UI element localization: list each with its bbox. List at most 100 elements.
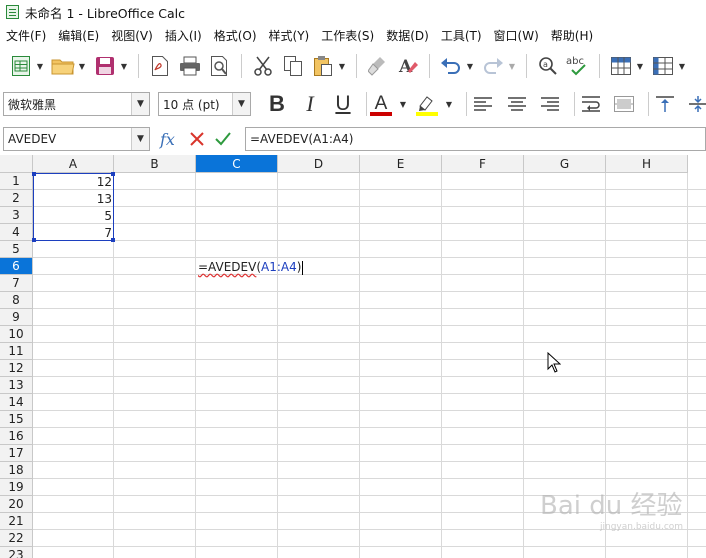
menu-format[interactable]: 格式(O) xyxy=(214,27,257,44)
paste-icon[interactable] xyxy=(310,53,336,79)
save-dropdown-icon[interactable]: ▼ xyxy=(120,53,128,79)
align-center-button[interactable] xyxy=(504,91,530,117)
bold-button[interactable]: B xyxy=(264,91,290,117)
underline-button[interactable]: U xyxy=(330,91,356,117)
clone-formatting-icon[interactable] xyxy=(365,53,391,79)
column-header-a[interactable]: A xyxy=(33,155,114,173)
row-header-22[interactable]: 22 xyxy=(0,530,33,547)
row-icon[interactable] xyxy=(608,53,634,79)
row-header-17[interactable]: 17 xyxy=(0,445,33,462)
range-handle[interactable] xyxy=(111,172,115,176)
wrap-text-button[interactable] xyxy=(578,91,604,117)
cell-c6-editor[interactable]: =AVEDEV(A1:A4) xyxy=(198,259,304,275)
save-icon[interactable] xyxy=(92,53,118,79)
copy-icon[interactable] xyxy=(280,53,306,79)
menu-styles[interactable]: 样式(Y) xyxy=(269,27,310,44)
range-handle[interactable] xyxy=(32,172,36,176)
range-handle[interactable] xyxy=(111,238,115,242)
row-header-8[interactable]: 8 xyxy=(0,292,33,309)
row-header-1[interactable]: 1 xyxy=(0,173,33,190)
formatting-toolbar: 微软雅黑 ▼ 10 点 (pt) ▼ B I U A ▼ ▼ xyxy=(0,88,706,120)
chevron-down-icon[interactable]: ▼ xyxy=(232,93,250,115)
print-preview-icon[interactable] xyxy=(207,53,233,79)
row-header-3[interactable]: 3 xyxy=(0,207,33,224)
open-folder-icon[interactable] xyxy=(50,53,76,79)
name-box[interactable]: AVEDEV ▼ xyxy=(3,127,150,151)
column-icon[interactable] xyxy=(650,53,676,79)
function-wizard-icon[interactable]: fx xyxy=(160,130,184,149)
column-dropdown-icon[interactable]: ▼ xyxy=(678,53,686,79)
font-color-button[interactable]: A xyxy=(368,91,394,117)
row-header-9[interactable]: 9 xyxy=(0,309,33,326)
menu-window[interactable]: 窗口(W) xyxy=(494,27,539,44)
row-header-16[interactable]: 16 xyxy=(0,428,33,445)
row-header-10[interactable]: 10 xyxy=(0,326,33,343)
spreadsheet-grid[interactable]: ABCDEFGH 1 2 3 4 5 6 7 8 9 10 11 12 13 14 15 16 17 18 19 20… xyxy=(0,155,706,558)
row-header-23[interactable]: 23 xyxy=(0,547,33,558)
column-header-h[interactable]: H xyxy=(606,155,688,173)
highlight-dropdown-icon[interactable]: ▼ xyxy=(445,91,453,117)
merge-cells-button[interactable] xyxy=(611,91,637,117)
menu-view[interactable]: 视图(V) xyxy=(111,27,153,44)
chevron-down-icon[interactable]: ▼ xyxy=(131,93,149,115)
center-vertically-button[interactable] xyxy=(685,91,706,117)
column-header-d[interactable]: D xyxy=(278,155,360,173)
font-name-combo[interactable]: 微软雅黑 ▼ xyxy=(3,92,150,116)
row-dropdown-icon[interactable]: ▼ xyxy=(636,53,644,79)
chevron-down-icon[interactable]: ▼ xyxy=(131,128,149,150)
menu-file[interactable]: 文件(F) xyxy=(6,27,46,44)
row-header-6[interactable]: 6 xyxy=(0,258,33,275)
redo-dropdown-icon[interactable]: ▼ xyxy=(508,53,516,79)
align-right-button[interactable] xyxy=(537,91,563,117)
italic-button[interactable]: I xyxy=(297,91,323,117)
new-dropdown-icon[interactable]: ▼ xyxy=(36,53,44,79)
find-replace-icon[interactable]: a xyxy=(535,53,561,79)
align-left-button[interactable] xyxy=(470,91,496,117)
row-header-11[interactable]: 11 xyxy=(0,343,33,360)
column-header-g[interactable]: G xyxy=(524,155,606,173)
menu-sheet[interactable]: 工作表(S) xyxy=(321,27,374,44)
row-header-21[interactable]: 21 xyxy=(0,513,33,530)
row-header-18[interactable]: 18 xyxy=(0,462,33,479)
font-size-combo[interactable]: 10 点 (pt) ▼ xyxy=(158,92,251,116)
undo-dropdown-icon[interactable]: ▼ xyxy=(466,53,474,79)
row-header-15[interactable]: 15 xyxy=(0,411,33,428)
menu-tools[interactable]: 工具(T) xyxy=(441,27,482,44)
cancel-icon[interactable] xyxy=(188,130,206,148)
column-header-e[interactable]: E xyxy=(360,155,442,173)
cut-icon[interactable] xyxy=(250,53,276,79)
grid-vline xyxy=(359,173,360,558)
select-all-corner[interactable] xyxy=(0,155,33,173)
column-header-f[interactable]: F xyxy=(442,155,524,173)
row-header-14[interactable]: 14 xyxy=(0,394,33,411)
column-header-c[interactable]: C xyxy=(196,155,278,173)
column-header-b[interactable]: B xyxy=(114,155,196,173)
export-pdf-icon[interactable] xyxy=(147,53,173,79)
clear-formatting-icon[interactable]: A xyxy=(395,53,421,79)
menu-help[interactable]: 帮助(H) xyxy=(551,27,593,44)
row-header-13[interactable]: 13 xyxy=(0,377,33,394)
menu-edit[interactable]: 编辑(E) xyxy=(58,27,99,44)
redo-icon[interactable] xyxy=(480,53,506,79)
row-header-7[interactable]: 7 xyxy=(0,275,33,292)
row-header-20[interactable]: 20 xyxy=(0,496,33,513)
row-header-5[interactable]: 5 xyxy=(0,241,33,258)
undo-icon[interactable] xyxy=(438,53,464,79)
row-header-4[interactable]: 4 xyxy=(0,224,33,241)
row-header-19[interactable]: 19 xyxy=(0,479,33,496)
formula-input[interactable]: =AVEDEV(A1:A4) xyxy=(245,127,706,151)
range-handle[interactable] xyxy=(32,238,36,242)
open-dropdown-icon[interactable]: ▼ xyxy=(78,53,86,79)
align-top-button[interactable] xyxy=(652,91,678,117)
menu-insert[interactable]: 插入(I) xyxy=(165,27,202,44)
font-color-dropdown-icon[interactable]: ▼ xyxy=(399,91,407,117)
paste-dropdown-icon[interactable]: ▼ xyxy=(338,53,346,79)
print-icon[interactable] xyxy=(177,53,203,79)
highlight-color-button[interactable] xyxy=(414,91,440,117)
spelling-icon[interactable]: abc xyxy=(565,53,591,79)
menu-data[interactable]: 数据(D) xyxy=(386,27,429,44)
row-header-12[interactable]: 12 xyxy=(0,360,33,377)
new-spreadsheet-icon[interactable] xyxy=(8,53,34,79)
accept-icon[interactable] xyxy=(214,130,232,148)
row-header-2[interactable]: 2 xyxy=(0,190,33,207)
